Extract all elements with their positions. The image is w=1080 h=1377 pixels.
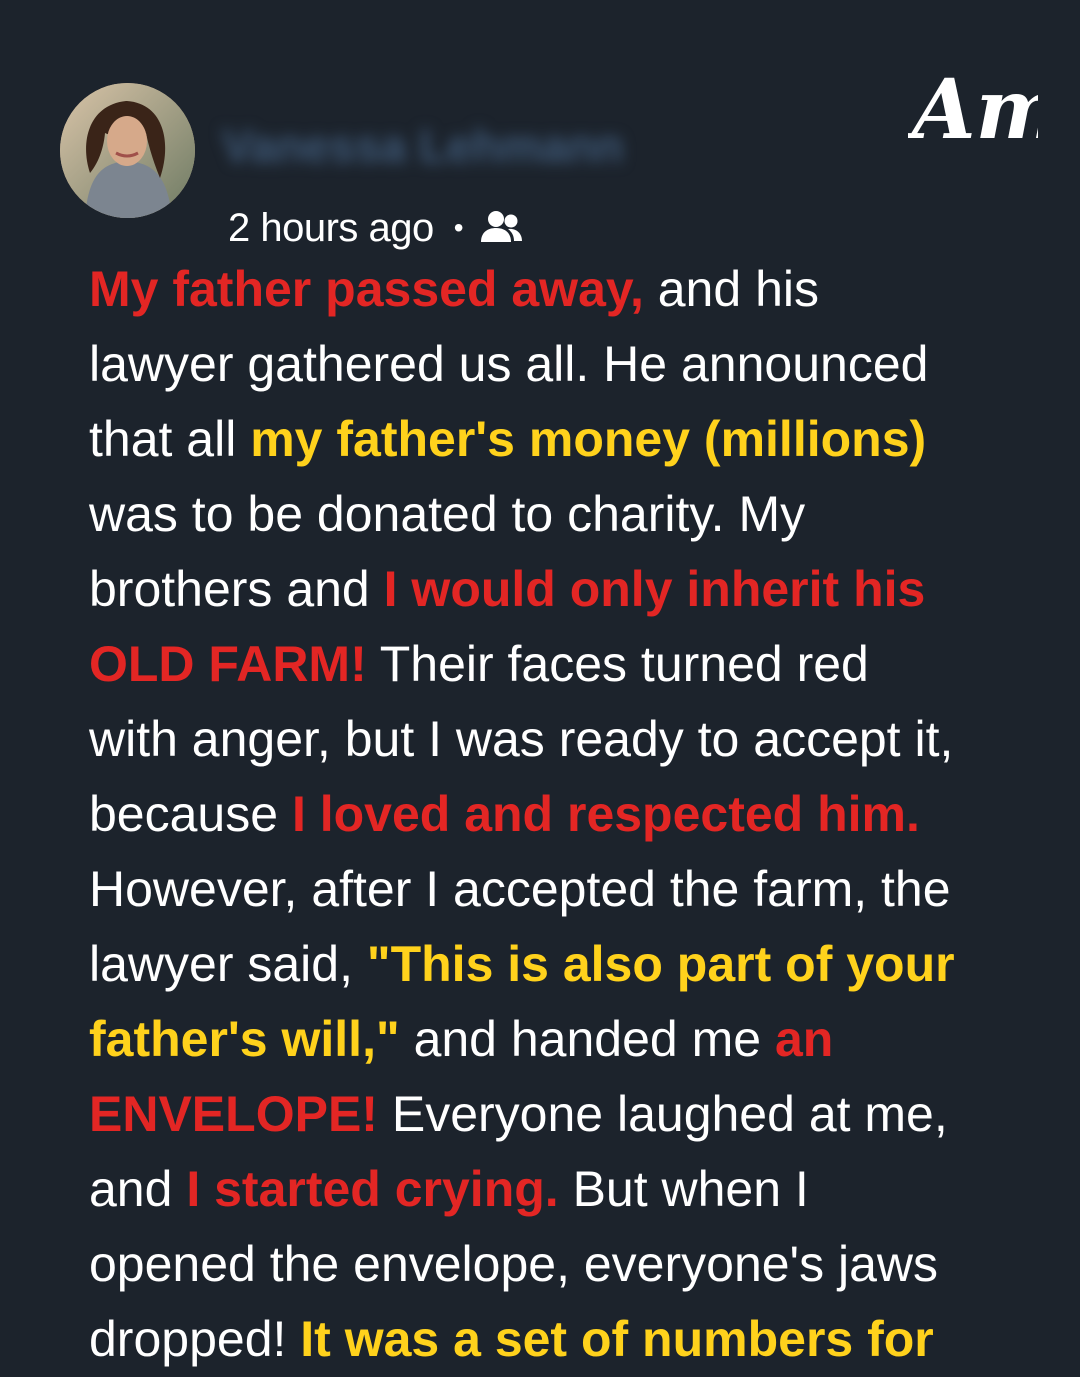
post-timestamp[interactable]: 2 hours ago	[228, 206, 434, 251]
story-text-segment: lawyer said,	[89, 936, 367, 992]
story-line: was to be donated to charity. My	[89, 477, 1049, 552]
story-text-segment: Everyone laughed at me,	[377, 1086, 948, 1142]
story-text-segment: lawyer gathered us all. He announced	[89, 336, 929, 392]
story-line: that all my father's money (millions)	[89, 402, 1049, 477]
highlight-yellow: "This is also part of your	[366, 936, 955, 992]
meta-separator: •	[453, 212, 464, 243]
story-text-segment: with anger, but I was ready to accept it…	[89, 711, 954, 767]
author-name[interactable]: Vanessa Lehmann	[222, 120, 623, 172]
story-text-segment: But when I	[558, 1161, 809, 1217]
story-text-segment: because	[89, 786, 292, 842]
story-text-segment: was to be donated to charity. My	[89, 486, 806, 542]
story-line: OLD FARM! Their faces turned red	[89, 627, 1049, 702]
story-line: because I loved and respected him.	[89, 777, 1049, 852]
story-line: brothers and I would only inherit his	[89, 552, 1049, 627]
story-text: My father passed away, and his lawyer ga…	[89, 252, 1049, 1377]
story-text-segment: and	[89, 1161, 187, 1217]
story-line: and I started crying. But when I	[89, 1152, 1049, 1227]
friends-icon[interactable]	[478, 208, 524, 248]
highlight-red: OLD FARM!	[89, 636, 367, 692]
highlight-red: I loved and respected him.	[291, 786, 920, 842]
brand-logo-text: Am	[908, 62, 1038, 158]
story-line: dropped! It was a set of numbers for	[89, 1302, 1049, 1377]
story-text-segment: brothers and	[89, 561, 384, 617]
highlight-yellow: my father's money (millions)	[250, 411, 927, 467]
avatar[interactable]	[60, 83, 195, 218]
story-line: with anger, but I was ready to accept it…	[89, 702, 1049, 777]
story-text-segment: However, after I accepted the farm, the	[89, 861, 951, 917]
story-text-segment: that all	[89, 411, 251, 467]
story-line: ENVELOPE! Everyone laughed at me,	[89, 1077, 1049, 1152]
highlight-red: ENVELOPE!	[89, 1086, 378, 1142]
highlight-red: My father passed away,	[89, 261, 644, 317]
brand-logo[interactable]: Am	[905, 58, 1062, 158]
story-text-segment: Their faces turned red	[366, 636, 869, 692]
story-text-segment: and handed me	[399, 1011, 775, 1067]
avatar-photo	[60, 83, 195, 218]
highlight-yellow: It was a set of numbers for	[300, 1311, 934, 1367]
highlight-red: an	[774, 1011, 834, 1067]
highlight-red: I started crying.	[186, 1161, 559, 1217]
story-line: My father passed away, and his	[89, 252, 1049, 327]
story-line: father's will," and handed me an	[89, 1002, 1049, 1077]
story-text-segment: dropped!	[89, 1311, 301, 1367]
story-line: opened the envelope, everyone's jaws	[89, 1227, 1049, 1302]
story-line: However, after I accepted the farm, the	[89, 852, 1049, 927]
highlight-yellow: father's will,"	[89, 1011, 400, 1067]
story-line: lawyer said, "This is also part of your	[89, 927, 1049, 1002]
story-line: lawyer gathered us all. He announced	[89, 327, 1049, 402]
post-meta: 2 hours ago •	[228, 203, 524, 253]
highlight-red: I would only inherit his	[383, 561, 926, 617]
story-text-segment: and his	[643, 261, 819, 317]
story-text-segment: opened the envelope, everyone's jaws	[89, 1236, 939, 1292]
